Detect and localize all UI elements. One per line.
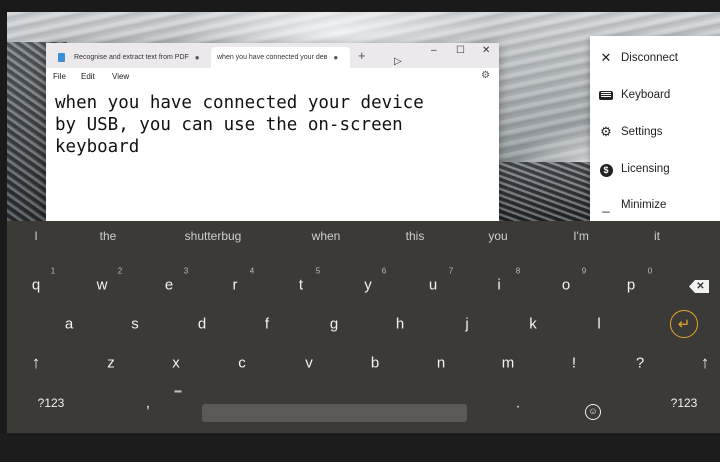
key-q[interactable]: q — [32, 277, 40, 294]
key-s[interactable]: s — [131, 316, 139, 333]
key-d[interactable]: d — [198, 316, 206, 333]
key-w[interactable]: w — [97, 277, 108, 294]
shift-key-left[interactable]: ↑ — [32, 353, 41, 373]
shift-key-right[interactable]: ↑ — [701, 353, 710, 373]
key-exclamation[interactable]: ! — [572, 355, 576, 372]
key-u[interactable]: u — [429, 277, 437, 294]
key-i[interactable]: i — [497, 277, 500, 294]
tab-pdf-document[interactable]: Recognise and extract text from PDF ● — [52, 47, 209, 68]
enter-key[interactable]: ↵ — [670, 310, 698, 338]
suggestion[interactable]: I'm — [573, 229, 589, 243]
menu-item-label: Minimize — [621, 199, 667, 211]
notepad-menubar: File Edit View ⚙ — [46, 68, 499, 86]
key-z[interactable]: z — [107, 355, 115, 372]
suggestion[interactable]: when — [312, 229, 341, 243]
key-n[interactable]: n — [437, 355, 445, 372]
suggestion[interactable]: it — [654, 229, 660, 243]
key-hint: 7 — [448, 266, 454, 276]
key-p[interactable]: p — [627, 277, 635, 294]
suggestion[interactable]: the — [100, 229, 117, 243]
key-f[interactable]: f — [265, 316, 269, 333]
menu-item-label: Disconnect — [621, 52, 678, 64]
tab-label: when you have connected your deв — [217, 54, 328, 61]
suggestion[interactable]: shutterbug — [185, 229, 242, 243]
new-tab-button[interactable]: + — [358, 48, 366, 63]
tab-current-document[interactable]: when you have connected your deв ● — [211, 47, 350, 68]
key-a[interactable]: a — [65, 316, 73, 333]
maximize-window-button[interactable]: ☐ — [456, 45, 465, 56]
key-y[interactable]: y — [364, 277, 372, 294]
key-question[interactable]: ? — [636, 355, 644, 372]
menu-item-label: Keyboard — [621, 89, 671, 101]
notepad-window: Recognise and extract text from PDF ● wh… — [46, 43, 499, 221]
unsaved-indicator: ● — [333, 53, 339, 62]
key-g[interactable]: g — [330, 316, 338, 333]
key-k[interactable]: k — [529, 316, 537, 333]
notepad-titlebar: Recognise and extract text from PDF ● wh… — [46, 43, 499, 68]
key-period[interactable]: . — [516, 395, 520, 412]
key-hint: 1 — [50, 266, 56, 276]
tab-label: Recognise and extract text from PDF — [74, 54, 189, 61]
menu-item-licensing[interactable]: $ Licensing — [590, 152, 720, 186]
key-hint: 3 — [183, 266, 189, 276]
unsaved-indicator: ● — [194, 53, 200, 62]
desktop-wallpaper: Recognise and extract text from PDF ● wh… — [7, 12, 720, 221]
gear-icon: ⚙ — [600, 124, 612, 139]
dollar-icon: $ — [599, 164, 613, 177]
key-comma[interactable]: , — [146, 395, 150, 412]
backspace-key[interactable]: ✕ — [689, 280, 709, 293]
keyboard-icon — [599, 90, 613, 100]
notepad-icon — [58, 53, 65, 62]
menu-file[interactable]: File — [53, 72, 66, 81]
menu-item-settings[interactable]: ⚙ Settings — [590, 115, 720, 149]
key-hint: 0 — [647, 266, 653, 276]
symbols-key-left[interactable]: ?123 — [38, 396, 65, 410]
menu-edit[interactable]: Edit — [81, 72, 95, 81]
minimize-window-button[interactable]: – — [431, 45, 437, 56]
suggestion[interactable]: this — [406, 229, 425, 243]
suggestion[interactable]: I — [34, 229, 37, 243]
on-screen-keyboard: I the shutterbug when this you I'm it q … — [7, 221, 720, 433]
emoji-icon[interactable]: ☺ — [585, 404, 601, 420]
key-v[interactable]: v — [305, 355, 313, 372]
menu-item-label: Settings — [621, 126, 663, 138]
bottom-bar — [0, 433, 720, 462]
wallpaper-rocks-right — [497, 162, 592, 221]
mouse-pointer-icon: ▷ — [394, 56, 402, 67]
key-hint: 5 — [315, 266, 321, 276]
close-icon: ✕ — [600, 50, 612, 65]
remote-side-menu: ✕ Disconnect Keyboard ⚙ Settings $ Licen… — [590, 36, 720, 221]
spacebar[interactable] — [202, 404, 467, 422]
close-window-button[interactable]: ✕ — [482, 45, 490, 56]
document-text-area[interactable]: when you have connected your device by U… — [55, 92, 495, 158]
key-hint: 9 — [581, 266, 587, 276]
notepad-settings-icon[interactable]: ⚙ — [481, 70, 490, 81]
menu-view[interactable]: View — [112, 72, 129, 81]
menu-item-disconnect[interactable]: ✕ Disconnect — [590, 41, 720, 75]
remote-screen: Recognise and extract text from PDF ● wh… — [7, 12, 720, 433]
key-b[interactable]: b — [371, 355, 379, 372]
key-l[interactable]: l — [597, 316, 600, 333]
key-hint: 6 — [381, 266, 387, 276]
key-hint: 2 — [117, 266, 123, 276]
emoji-shortcut-icon: ▬ — [174, 387, 182, 395]
key-e[interactable]: e — [165, 277, 173, 294]
key-m[interactable]: m — [502, 355, 515, 372]
key-hint: 8 — [515, 266, 521, 276]
key-o[interactable]: o — [562, 277, 570, 294]
key-j[interactable]: j — [465, 316, 468, 333]
minimize-icon: _ — [602, 197, 610, 213]
key-r[interactable]: r — [233, 277, 238, 294]
key-h[interactable]: h — [396, 316, 404, 333]
suggestion[interactable]: you — [488, 229, 507, 243]
key-t[interactable]: t — [299, 277, 303, 294]
key-c[interactable]: c — [238, 355, 246, 372]
menu-item-keyboard[interactable]: Keyboard — [590, 78, 720, 112]
menu-item-minimize[interactable]: _ Minimize — [590, 188, 720, 221]
symbols-key-right[interactable]: ?123 — [671, 396, 698, 410]
key-x[interactable]: x — [172, 355, 180, 372]
menu-item-label: Licensing — [621, 163, 670, 175]
key-hint: 4 — [249, 266, 255, 276]
